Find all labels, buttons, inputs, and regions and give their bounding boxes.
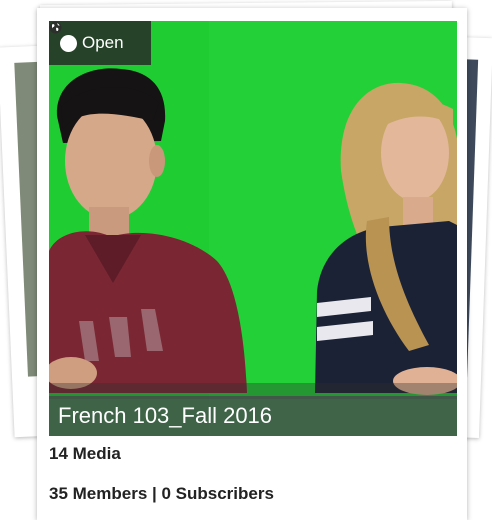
globe-icon [49,21,77,52]
channel-card[interactable]: Open French 103_Fall 2016 14 Media 35 Me… [37,8,467,520]
media-count: 14 Media [49,444,121,463]
thumbnail-image [49,21,457,436]
visibility-label: Open [82,33,124,52]
visibility-badge: Open [49,21,151,65]
channel-title[interactable]: French 103_Fall 2016 [49,396,457,436]
channel-thumbnail[interactable]: Open French 103_Fall 2016 [49,21,457,436]
channel-gallery: Open French 103_Fall 2016 14 Media 35 Me… [0,0,492,520]
members-subscribers-count: 35 Members | 0 Subscribers [49,484,274,503]
